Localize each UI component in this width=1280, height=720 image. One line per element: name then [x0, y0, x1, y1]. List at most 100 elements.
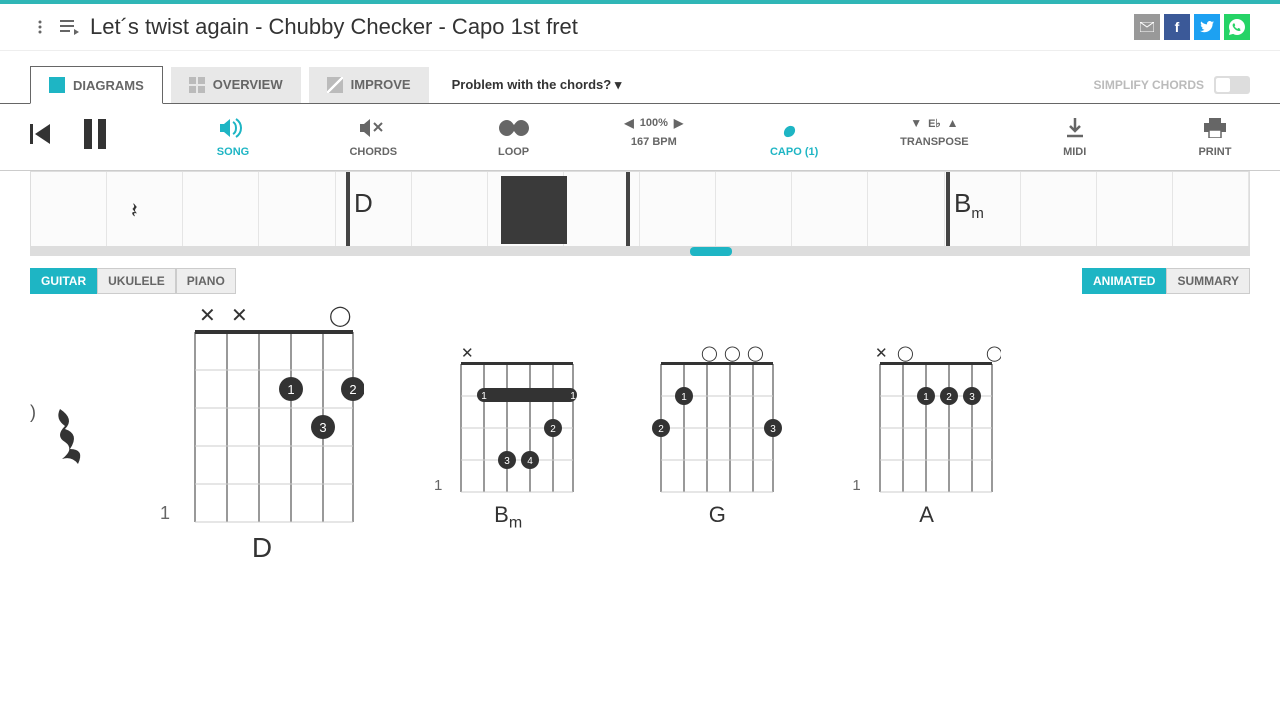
- download-icon: [1065, 116, 1085, 140]
- track-chord-bm: Bm: [954, 188, 984, 222]
- svg-text:1: 1: [923, 392, 929, 403]
- song-label: SONG: [217, 146, 249, 158]
- instrument-ukulele-button[interactable]: UKULELE: [97, 268, 176, 294]
- svg-text:3: 3: [505, 456, 511, 467]
- speed-down-icon[interactable]: ◀: [625, 116, 634, 130]
- svg-text:3: 3: [771, 424, 777, 435]
- midi-button[interactable]: MIDI: [1040, 116, 1110, 158]
- svg-text:2: 2: [946, 392, 952, 403]
- chord-name-g: G: [709, 502, 726, 528]
- barline: [946, 172, 950, 246]
- instrument-guitar-button[interactable]: GUITAR: [30, 268, 97, 294]
- chord-diagram-bm: 1 ✕ 1 1 2 3 4 Bm: [434, 344, 582, 532]
- loop-label: LOOP: [498, 146, 529, 158]
- song-title: Let´s twist again - Chubby Checker - Cap…: [90, 14, 578, 40]
- instrument-piano-button[interactable]: PIANO: [176, 268, 236, 294]
- playhead: [501, 176, 567, 244]
- chord-diagram-d: 1 ✕ ✕ ◯ 1 2 3 D: [160, 304, 364, 564]
- svg-text:◯: ◯: [986, 345, 1001, 362]
- bpm-label: 167 BPM: [631, 136, 677, 148]
- capo-button[interactable]: CAPO (1): [759, 116, 829, 158]
- svg-text:✕: ✕: [875, 345, 888, 362]
- pause-button[interactable]: [82, 119, 108, 156]
- svg-text:✕: ✕: [199, 305, 216, 327]
- chord-name-bm: Bm: [494, 502, 522, 532]
- chords-mute-button[interactable]: CHORDS: [338, 116, 408, 158]
- chord-name-a: A: [919, 502, 934, 528]
- fret-number: 1: [852, 477, 860, 494]
- speed-control[interactable]: ◀ 100% ▶ 167 BPM: [619, 116, 689, 158]
- transpose-down-icon[interactable]: ▼: [910, 116, 922, 130]
- scrub-bar[interactable]: [30, 247, 1250, 256]
- tab-improve-label: IMPROVE: [351, 77, 411, 92]
- svg-text:◯: ◯: [897, 345, 914, 362]
- capo-label: CAPO (1): [770, 146, 818, 158]
- chord-diagram-g: ◯ ◯ ◯ 1 2 3 G: [652, 344, 782, 528]
- svg-text:2: 2: [349, 382, 356, 397]
- svg-text:◯: ◯: [724, 345, 741, 362]
- transpose-up-icon[interactable]: ▲: [947, 116, 959, 130]
- transpose-label: TRANSPOSE: [900, 136, 968, 148]
- chord-track[interactable]: 𝄽 D Bm: [30, 171, 1250, 247]
- svg-text:2: 2: [551, 424, 557, 435]
- transpose-value: E♭: [928, 117, 941, 130]
- speed-value: 100%: [640, 117, 668, 129]
- share-twitter-button[interactable]: [1194, 14, 1220, 40]
- chord-name-d: D: [252, 532, 272, 564]
- print-button[interactable]: PRINT: [1180, 116, 1250, 158]
- svg-text:1: 1: [287, 382, 294, 397]
- improve-icon: [327, 77, 343, 93]
- svg-text:1: 1: [482, 391, 488, 402]
- paren-mark: ): [30, 402, 36, 423]
- simplify-label: SIMPLIFY CHORDS: [1094, 78, 1204, 92]
- problem-chords-link[interactable]: Problem with the chords? ▾: [452, 77, 622, 93]
- print-icon: [1204, 116, 1226, 140]
- rest-icon: [50, 404, 90, 487]
- diagrams-icon: [49, 77, 65, 93]
- simplify-toggle[interactable]: [1214, 76, 1250, 94]
- speed-up-icon[interactable]: ▶: [674, 116, 683, 130]
- skip-back-button[interactable]: [30, 121, 52, 153]
- svg-text:◯: ◯: [329, 305, 351, 327]
- overview-icon: [189, 77, 205, 93]
- fret-number: 1: [160, 503, 170, 524]
- speaker-off-icon: [360, 116, 386, 140]
- view-animated-button[interactable]: ANIMATED: [1082, 268, 1166, 294]
- transpose-control[interactable]: ▼ E♭ ▲ TRANSPOSE: [899, 116, 969, 158]
- share-whatsapp-button[interactable]: [1224, 14, 1250, 40]
- svg-text:✕: ✕: [231, 305, 248, 327]
- svg-text:2: 2: [659, 424, 665, 435]
- tab-overview[interactable]: OVERVIEW: [171, 67, 301, 103]
- song-volume-button[interactable]: SONG: [198, 116, 268, 158]
- chord-diagram-a: 1 ✕ ◯ ◯ 1 2 3 A: [852, 344, 1000, 528]
- fret-number: 1: [434, 477, 442, 494]
- loop-button[interactable]: LOOP: [479, 116, 549, 158]
- midi-label: MIDI: [1063, 146, 1086, 158]
- view-summary-button[interactable]: SUMMARY: [1166, 268, 1250, 294]
- scrub-thumb[interactable]: [690, 247, 732, 256]
- svg-text:1: 1: [571, 391, 577, 402]
- print-label: PRINT: [1198, 146, 1231, 158]
- barline: [346, 172, 350, 246]
- tab-diagrams-label: DIAGRAMS: [73, 78, 144, 93]
- share-facebook-button[interactable]: f: [1164, 14, 1190, 40]
- track-rest: 𝄽: [131, 198, 138, 224]
- guitar-icon: [783, 116, 805, 140]
- tab-overview-label: OVERVIEW: [213, 77, 283, 92]
- barline: [626, 172, 630, 246]
- svg-text:4: 4: [528, 456, 534, 467]
- svg-text:1: 1: [682, 392, 688, 403]
- svg-text:◯: ◯: [701, 345, 718, 362]
- svg-text:3: 3: [319, 420, 326, 435]
- svg-text:✕: ✕: [461, 345, 474, 362]
- playlist-icon[interactable]: [60, 17, 80, 37]
- svg-text:3: 3: [969, 392, 975, 403]
- chords-label: CHORDS: [349, 146, 397, 158]
- share-email-button[interactable]: [1134, 14, 1160, 40]
- loop-icon: [499, 116, 529, 140]
- more-vertical-icon[interactable]: [30, 17, 50, 37]
- tab-diagrams[interactable]: DIAGRAMS: [30, 66, 163, 104]
- svg-text:◯: ◯: [747, 345, 764, 362]
- tab-improve[interactable]: IMPROVE: [309, 67, 429, 103]
- track-chord-d: D: [354, 188, 373, 219]
